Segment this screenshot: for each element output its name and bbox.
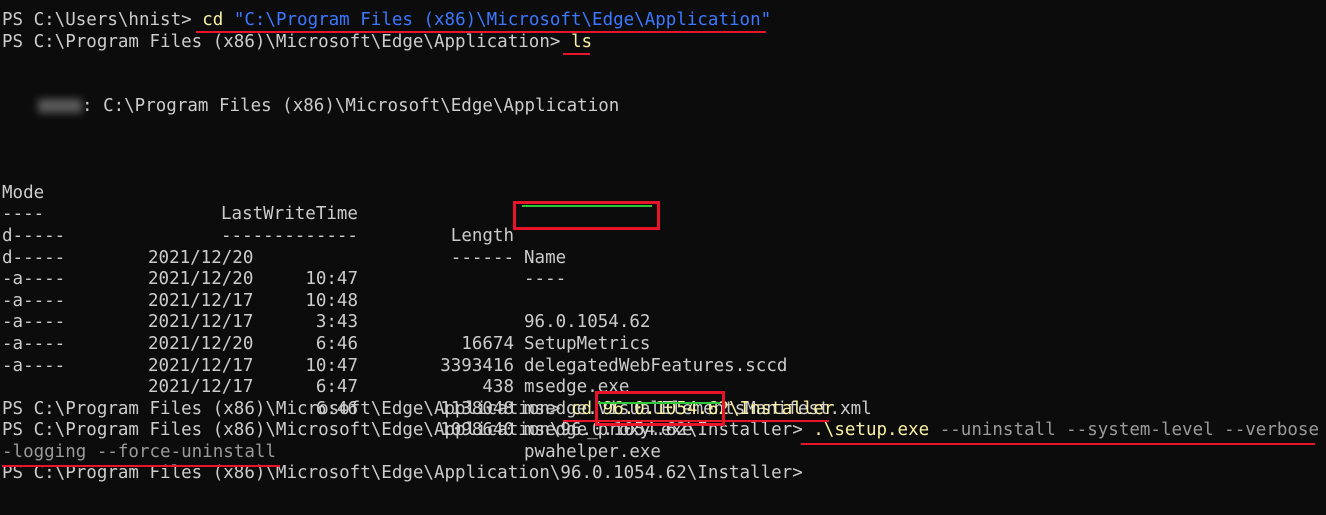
command-cd: cd <box>570 398 593 419</box>
prompt-line-setup-wrap: -logging --force-uninstall <box>2 442 1324 464</box>
setup-args: --uninstall --system-level --verbose <box>929 420 1319 441</box>
redacted-blur <box>38 99 82 114</box>
table-row: -a---- 2021/12/17 6:46 1098640 pwahelper… <box>2 334 1324 462</box>
annotation-underline-ls-command <box>563 53 590 55</box>
directory-header: : C:\Program Files (x86)\Microsoft\Edge\… <box>2 96 1324 118</box>
prompt-line-ls: PS C:\Program Files (x86)\Microsoft\Edge… <box>2 32 1324 54</box>
table-row: d----- 2021/12/20 10:48 SetupMetrics <box>2 226 1324 354</box>
table-separator-row: ---- ------------- ------ ---- <box>2 183 1324 289</box>
command-ls: ls <box>570 31 593 52</box>
table-row: d----- 2021/12/20 10:47 96.0.1054.62 <box>2 204 1324 332</box>
table-row: -a---- 2021/12/20 10:47 438 msedge.Visua… <box>2 291 1324 418</box>
annotation-underline-setup-line1 <box>801 443 1315 445</box>
installer-suffix: \Installer <box>729 398 835 419</box>
annotation-underline-cd-installer <box>563 420 829 422</box>
table-row: -a---- 2021/12/17 6:47 1138048 msedge_pr… <box>2 312 1324 440</box>
annotation-green-underline-version-folder <box>522 205 652 207</box>
command-cd: cd <box>202 10 224 30</box>
table-row: -a---- 2021/12/17 6:46 3393416 msedge.ex… <box>2 269 1324 397</box>
annotation-underline-cd-command <box>196 31 766 33</box>
table-row: -a---- 2021/12/17 3:43 16674 delegatedWe… <box>2 248 1324 375</box>
prompt-line-cd-application: PS C:\Users\hnist> cd "C:\Program Files … <box>2 10 1324 32</box>
annotation-underline-setup-line2 <box>2 465 280 467</box>
directory-path: : C:\Program Files (x86)\Microsoft\Edge\… <box>82 96 620 117</box>
prompt-text: PS C:\Program Files (x86)\Microsoft\Edge… <box>2 31 571 52</box>
prompt-text: PS C:\Users\hnist> <box>2 10 203 30</box>
setup-args-wrap: -logging --force-uninstall <box>2 441 276 462</box>
table-header-row: Mode LastWriteTime Length Name <box>2 161 1324 268</box>
command-setup-exe: .\setup.exe <box>813 420 930 441</box>
annotation-green-underline-version-argument <box>598 402 720 404</box>
prompt-text: PS C:\Program Files (x86)\Microsoft\Edge… <box>2 398 571 419</box>
path-argument: "C:\Program Files (x86)\Microsoft\Edge\A… <box>233 10 772 30</box>
